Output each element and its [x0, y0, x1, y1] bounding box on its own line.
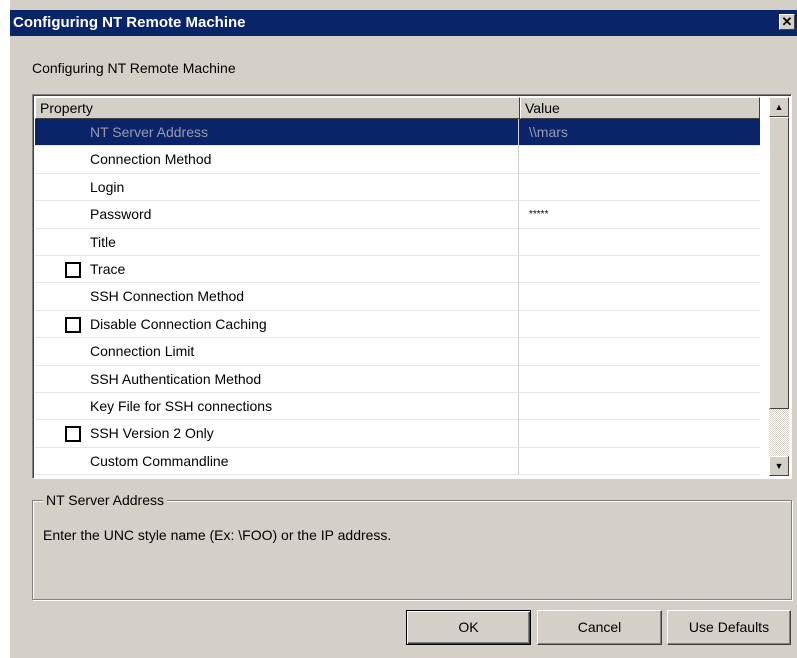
column-divider	[518, 201, 519, 228]
grid-header: Property Value	[35, 97, 770, 119]
property-name: Key File for SSH connections	[90, 397, 273, 414]
property-name: NT Server Address	[90, 124, 209, 140]
column-divider	[518, 338, 519, 365]
property-row[interactable]: SSH Authentication Method	[35, 365, 760, 393]
property-grid: Property Value NT Server Address \\mars Co…	[32, 94, 792, 479]
property-value[interactable]: \\mars	[529, 124, 568, 140]
property-row[interactable]: Key File for SSH connections	[35, 392, 760, 421]
column-header-value[interactable]: Value	[520, 97, 760, 119]
dialog-window: Configuring NT Remote Machine ✕ Configur…	[9, 0, 797, 658]
property-name: Password	[90, 206, 152, 223]
column-divider	[518, 283, 519, 310]
column-divider	[518, 310, 519, 338]
title-bar: Configuring NT Remote Machine ✕	[10, 10, 797, 36]
property-row[interactable]: Connection Limit	[35, 338, 760, 366]
property-name: SSH Connection Method	[90, 288, 245, 305]
property-row[interactable]: Disable Connection Caching	[35, 310, 760, 339]
column-divider	[518, 255, 519, 283]
column-header-property[interactable]: Property	[35, 97, 520, 119]
grid-rows: NT Server Address \\mars Connection Method…	[35, 119, 760, 475]
close-icon[interactable]: ✕	[779, 14, 795, 30]
property-row[interactable]: Title	[35, 228, 760, 256]
column-divider	[518, 420, 519, 447]
property-row[interactable]: Custom Commandline	[35, 447, 760, 475]
property-name: Connection Limit	[90, 343, 195, 360]
column-divider	[518, 146, 519, 173]
property-row[interactable]: Password *****	[35, 201, 760, 229]
property-row[interactable]: SSH Version 2 Only	[35, 420, 760, 448]
column-divider	[518, 392, 519, 420]
property-row[interactable]: Connection Method	[35, 146, 760, 174]
property-row[interactable]: NT Server Address \\mars	[35, 119, 760, 147]
checkbox[interactable]	[65, 316, 81, 333]
column-divider	[518, 173, 519, 201]
property-row[interactable]: SSH Connection Method	[35, 283, 760, 311]
description-groupbox: NT Server Address Enter the UNC style na…	[32, 492, 792, 600]
description-label: NT Server Address	[43, 492, 168, 508]
scroll-down-icon[interactable]: ▼	[769, 456, 789, 476]
vertical-scrollbar[interactable]: ▲ ▼	[769, 97, 789, 476]
cancel-button[interactable]: Cancel	[537, 610, 662, 645]
scroll-track[interactable]	[769, 409, 789, 456]
property-row[interactable]: Trace	[35, 255, 760, 284]
property-name: SSH Authentication Method	[90, 370, 262, 387]
property-name: Connection Method	[90, 151, 212, 168]
property-name: Title	[90, 233, 116, 250]
column-divider	[518, 365, 519, 392]
use-defaults-button[interactable]: Use Defaults	[667, 610, 791, 645]
property-name: Trace	[90, 260, 126, 277]
property-name: SSH Version 2 Only	[90, 425, 214, 442]
ok-button[interactable]: OK	[406, 610, 531, 645]
column-divider	[518, 228, 519, 255]
property-value[interactable]: *****	[529, 209, 548, 220]
scroll-thumb[interactable]	[769, 117, 789, 409]
property-name: Disable Connection Caching	[90, 315, 267, 332]
checkbox[interactable]	[65, 426, 81, 443]
scroll-up-icon[interactable]: ▲	[769, 97, 789, 117]
dialog-subtitle: Configuring NT Remote Machine	[32, 60, 236, 76]
checkbox[interactable]	[65, 261, 81, 278]
property-name: Login	[90, 178, 125, 195]
description-text: Enter the UNC style name (Ex: \FOO) or t…	[43, 527, 392, 543]
window-title: Configuring NT Remote Machine	[13, 14, 246, 31]
column-divider	[518, 119, 519, 146]
property-name: Custom Commandline	[90, 452, 229, 469]
column-divider	[518, 447, 519, 475]
property-row[interactable]: Login	[35, 173, 760, 202]
